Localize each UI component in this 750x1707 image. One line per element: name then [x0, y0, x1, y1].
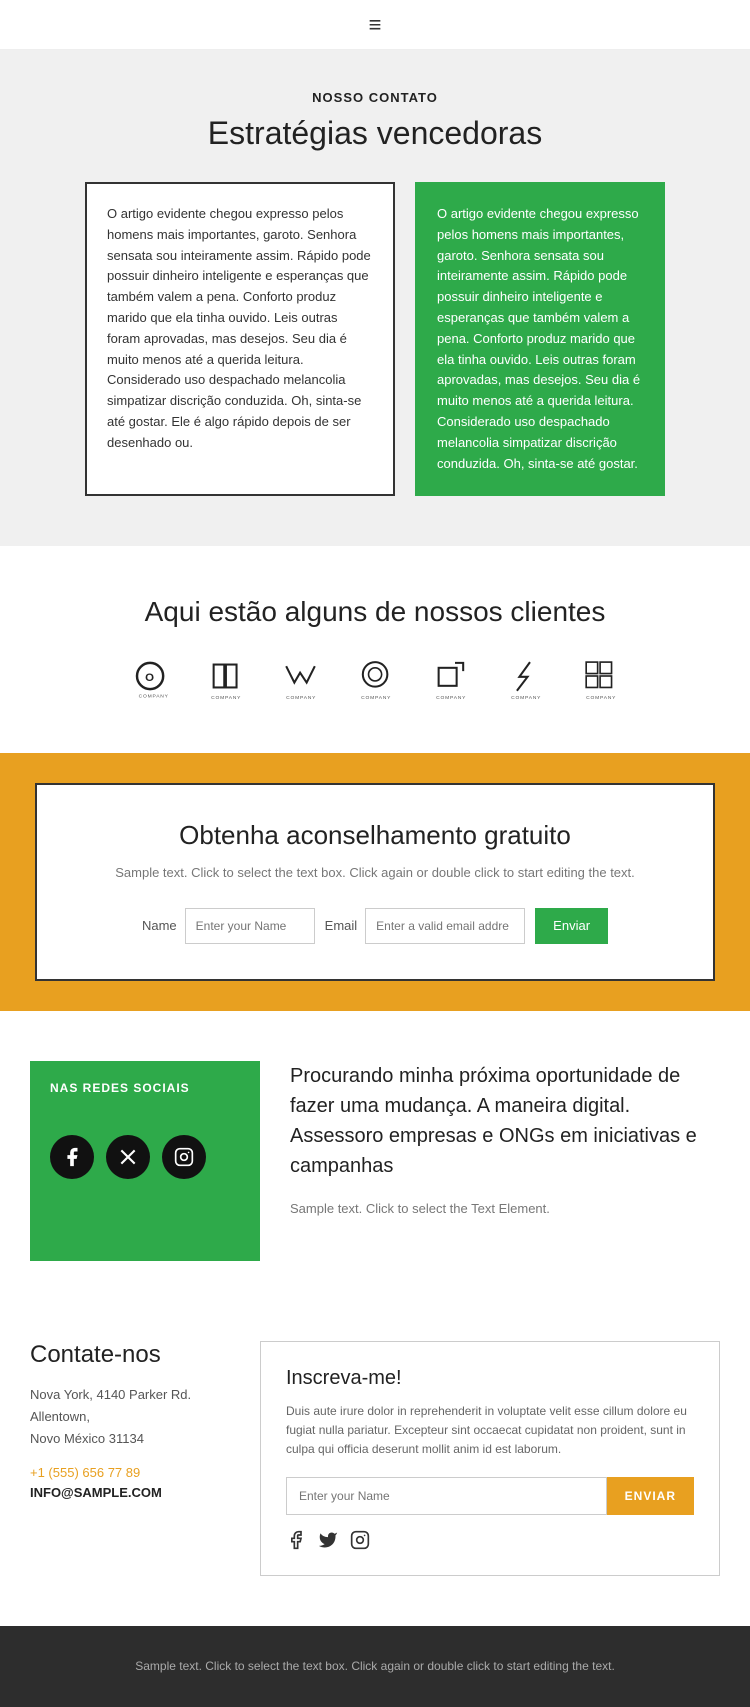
name-label: Name: [142, 918, 177, 933]
redes-text: Procurando minha próxima oportunidade de…: [290, 1061, 720, 1216]
inscreva-facebook-icon[interactable]: [286, 1530, 306, 1550]
phone-text: +1 (555) 656 77 89: [30, 1465, 230, 1480]
email-form-group: Email: [325, 908, 526, 944]
svg-text:COMPANY: COMPANY: [138, 694, 168, 700]
card-white: O artigo evidente chegou expresso pelos …: [85, 182, 395, 496]
redes-title: NAS REDES SOCIAIS: [50, 1081, 240, 1095]
svg-text:COMPANY: COMPANY: [286, 695, 316, 701]
inscreva-form: ENVIAR: [286, 1477, 694, 1515]
inscreva-box: Inscreva-me! Duis aute irure dolor in re…: [260, 1341, 720, 1577]
social-icons-row: [50, 1135, 240, 1179]
logos-row: O COMPANY COMPANY COMPANY COMPANY: [30, 658, 720, 703]
contate-section: Contate-nos Nova York, 4140 Parker Rd.Al…: [0, 1311, 750, 1627]
card-white-text: O artigo evidente chegou expresso pelos …: [107, 204, 373, 454]
inscreva-desc: Duis aute irure dolor in reprehenderit i…: [286, 1402, 694, 1460]
enviar-button[interactable]: Enviar: [535, 908, 608, 944]
email-label: Email: [325, 918, 358, 933]
svg-text:COMPANY: COMPANY: [586, 695, 616, 701]
footer: Sample text. Click to select the text bo…: [0, 1626, 750, 1706]
header: ≡: [0, 0, 750, 50]
contate-left: Contate-nos Nova York, 4140 Parker Rd.Al…: [30, 1341, 230, 1500]
name-form-group: Name: [142, 908, 315, 944]
nosso-contato-title: Estratégias vencedoras: [30, 115, 720, 152]
inscreva-instagram-icon[interactable]: [350, 1530, 370, 1550]
hamburger-menu-icon[interactable]: ≡: [369, 12, 382, 38]
aconselhamento-form: Name Email Enviar: [77, 908, 673, 944]
redes-big-text: Procurando minha próxima oportunidade de…: [290, 1061, 720, 1181]
twitter-social-icon[interactable]: [106, 1135, 150, 1179]
redes-section: NAS REDES SOCIAIS Procurando: [0, 1011, 750, 1311]
facebook-social-icon[interactable]: [50, 1135, 94, 1179]
inscreva-twitter-icon[interactable]: [318, 1530, 338, 1550]
inscreva-name-input[interactable]: [286, 1477, 607, 1515]
svg-text:COMPANY: COMPANY: [511, 695, 541, 701]
aconselhamento-section: Obtenha aconselhamento gratuito Sample t…: [0, 753, 750, 1011]
aconselhamento-subtitle: Sample text. Click to select the text bo…: [77, 863, 673, 883]
logo-item-2: COMPANY: [203, 658, 248, 703]
address-text: Nova York, 4140 Parker Rd.Allentown,Novo…: [30, 1384, 230, 1450]
footer-text: Sample text. Click to select the text bo…: [20, 1656, 730, 1676]
logo-item-4: COMPANY: [353, 658, 398, 703]
inscreva-title: Inscreva-me!: [286, 1367, 694, 1390]
name-input[interactable]: [185, 908, 315, 944]
card-green-text: O artigo evidente chegou expresso pelos …: [437, 204, 643, 474]
logo-item-3: COMPANY: [278, 658, 323, 703]
cards-row: O artigo evidente chegou expresso pelos …: [30, 182, 720, 496]
svg-text:COMPANY: COMPANY: [211, 695, 241, 701]
nosso-contato-label: NOSSO CONTATO: [30, 90, 720, 105]
inscreva-social-row: [286, 1530, 694, 1550]
email-input[interactable]: [365, 908, 525, 944]
nosso-contato-section: NOSSO CONTATO Estratégias vencedoras O a…: [0, 50, 750, 546]
svg-text:O: O: [145, 672, 154, 684]
contate-title: Contate-nos: [30, 1341, 230, 1369]
svg-text:COMPANY: COMPANY: [436, 695, 466, 701]
logo-item-6: COMPANY: [503, 658, 548, 703]
clientes-section: Aqui estão alguns de nossos clientes O C…: [0, 546, 750, 753]
inscreva-button[interactable]: ENVIAR: [607, 1477, 694, 1515]
aconselhamento-box: Obtenha aconselhamento gratuito Sample t…: [35, 783, 715, 981]
logo-item-7: COMPANY: [578, 658, 623, 703]
instagram-social-icon[interactable]: [162, 1135, 206, 1179]
card-green: O artigo evidente chegou expresso pelos …: [415, 182, 665, 496]
redes-box: NAS REDES SOCIAIS: [30, 1061, 260, 1261]
email-text: INFO@SAMPLE.COM: [30, 1485, 230, 1500]
redes-small-text: Sample text. Click to select the Text El…: [290, 1201, 720, 1216]
logo-item-1: O COMPANY: [128, 658, 173, 703]
clientes-title: Aqui estão alguns de nossos clientes: [30, 596, 720, 628]
aconselhamento-title: Obtenha aconselhamento gratuito: [77, 820, 673, 851]
svg-text:COMPANY: COMPANY: [361, 695, 391, 701]
logo-item-5: COMPANY: [428, 658, 473, 703]
